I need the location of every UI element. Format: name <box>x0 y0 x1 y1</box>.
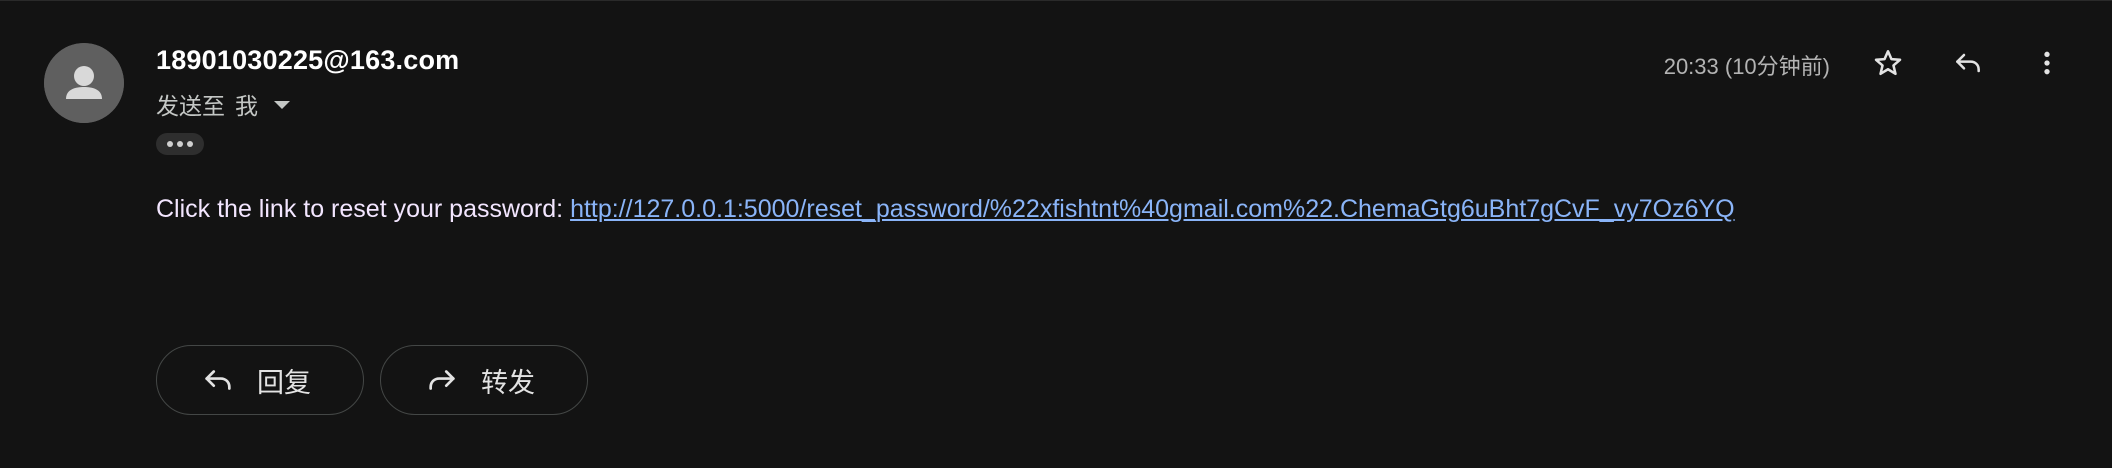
reply-icon <box>205 370 231 390</box>
show-trimmed-content-button[interactable] <box>156 133 204 155</box>
star-button[interactable] <box>1864 39 1912 87</box>
person-icon <box>44 43 124 123</box>
dot <box>167 141 173 147</box>
recipient-prefix: 发送至 <box>156 93 225 119</box>
sender-address: 18901030225@163.com <box>156 45 460 75</box>
recipient-name: 我 <box>235 93 258 119</box>
reply-label: 回复 <box>257 367 311 398</box>
forward-icon <box>429 370 455 390</box>
dot <box>177 141 183 147</box>
sender-avatar[interactable] <box>44 43 124 123</box>
chevron-down-icon[interactable] <box>274 101 290 109</box>
email-view: 18901030225@163.com 发送至 我 20:33 (10分钟前) … <box>0 0 2112 468</box>
recipient-line[interactable]: 发送至 我 <box>156 87 290 121</box>
reply-button[interactable]: 回复 <box>156 345 364 415</box>
reply-icon <box>1956 53 1980 73</box>
body-text: Click the link to reset your password: <box>156 195 571 223</box>
star-outline-icon <box>1874 50 1902 76</box>
reset-password-link[interactable]: http://127.0.0.1:5000/reset_password/%22… <box>570 195 1735 223</box>
dot <box>187 141 193 147</box>
more-options-button[interactable] <box>2023 39 2071 87</box>
more-vertical-icon <box>2044 51 2050 75</box>
message-timestamp: 20:33 (10分钟前) <box>1663 54 1830 79</box>
forward-button[interactable]: 转发 <box>380 345 588 415</box>
reply-icon-button[interactable] <box>1944 39 1992 87</box>
forward-label: 转发 <box>481 367 535 398</box>
message-body: Click the link to reset your password: h… <box>156 195 1735 224</box>
